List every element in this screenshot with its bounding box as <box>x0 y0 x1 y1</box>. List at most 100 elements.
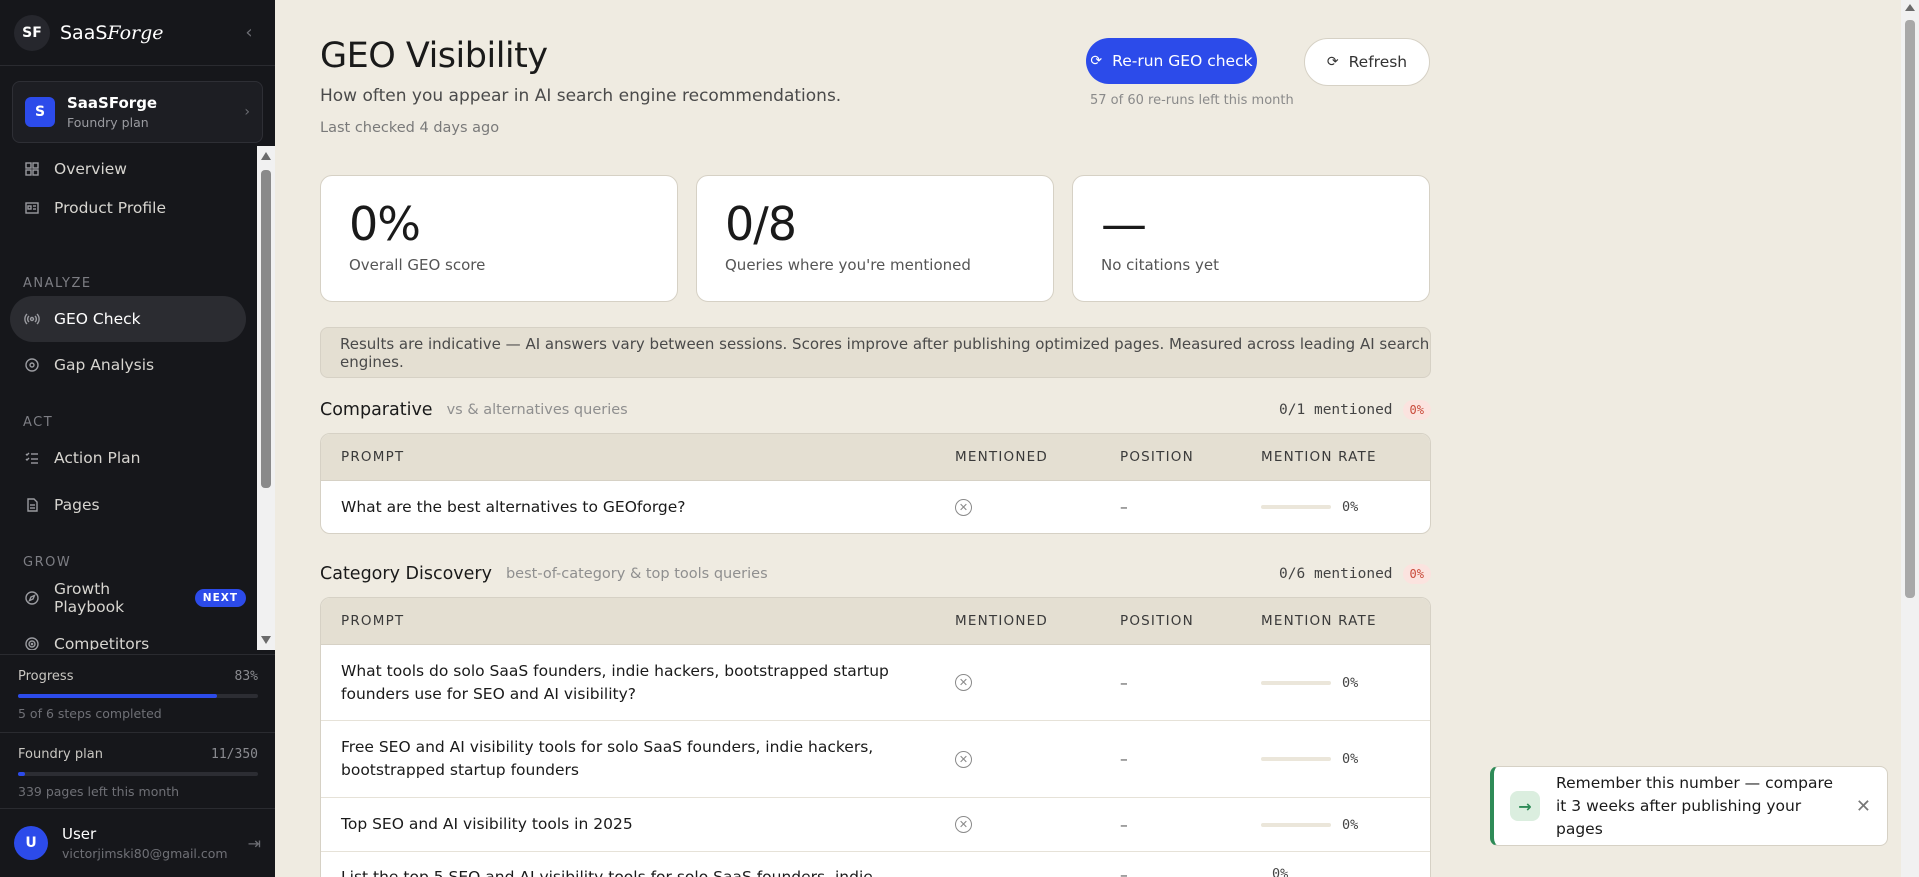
brand-name-part1: SaaS <box>60 21 108 44</box>
page-subtitle: How often you appear in AI search engine… <box>320 86 842 106</box>
collapse-sidebar-chevron-left-icon[interactable]: ‹ <box>237 22 261 43</box>
section-header-comparative: Comparative vs & alternatives queries 0/… <box>320 398 1431 422</box>
sidebar-item-competitors[interactable]: Competitors <box>10 621 246 650</box>
sidebar-item-product-profile[interactable]: Product Profile <box>10 185 246 231</box>
sidebar-item-growth-playbook[interactable]: Growth Playbook NEXT <box>10 575 246 621</box>
plan-pages-left: 339 pages left this month <box>18 784 180 799</box>
rerun-label: Re-run GEO check <box>1112 52 1253 70</box>
col-position: POSITION <box>1120 449 1194 465</box>
plan-usage-value: 11/350 <box>211 747 258 762</box>
brand-header: SF SaaSForge ‹ <box>0 0 275 66</box>
geo-score-card: 0% Overall GEO score <box>320 175 678 302</box>
sidebar-scroll-thumb[interactable] <box>261 170 271 488</box>
position-cell: – <box>1120 815 1128 834</box>
rate-bar <box>1261 757 1331 761</box>
sidebar-item-pages[interactable]: Pages <box>10 482 246 528</box>
table-row[interactable]: Top SEO and AI visibility tools in 2025 … <box>321 798 1430 852</box>
card-value: 0/8 <box>725 197 797 251</box>
user-email: victorjimski80@gmail.com <box>62 846 228 861</box>
refresh-icon: ⟳ <box>1090 53 1103 69</box>
card-label: No citations yet <box>1101 256 1219 274</box>
sidebar-item-gap-analysis[interactable]: Gap Analysis <box>10 342 246 388</box>
grid-icon <box>24 161 40 177</box>
sidebar-item-geo-check[interactable]: GEO Check <box>10 296 246 342</box>
progress-label: Progress <box>18 669 74 684</box>
sidebar-item-label: Product Profile <box>54 199 166 217</box>
scroll-up-arrow-icon[interactable] <box>1905 4 1915 11</box>
avatar[interactable]: U <box>14 826 48 860</box>
refresh-button[interactable]: ⟳ Refresh <box>1304 38 1430 86</box>
sidebar-scrollbar[interactable] <box>257 146 275 650</box>
card-label: Overall GEO score <box>349 256 486 274</box>
sidebar-item-label: Gap Analysis <box>54 356 155 374</box>
user-profile: U User victorjimski80@gmail.com ⇥ <box>0 808 275 877</box>
progress-steps: 5 of 6 steps completed <box>18 706 162 721</box>
card-label: Queries where you're mentioned <box>725 256 971 274</box>
toast-text: Remember this number — compare it 3 week… <box>1556 773 1834 838</box>
col-mentioned: MENTIONED <box>955 449 1048 465</box>
workspace-switcher[interactable]: S SaaSForge Foundry plan › <box>12 81 263 143</box>
progress-bar <box>18 694 258 698</box>
prompt-cell: What tools do solo SaaS founders, indie … <box>341 661 889 703</box>
rate-cell: 0% <box>1261 675 1430 691</box>
mentioned-cell: ✕ <box>955 750 1120 768</box>
broadcast-icon <box>24 311 40 327</box>
sidebar-item-action-plan[interactable]: Action Plan <box>10 435 246 481</box>
sidebar-item-label: Pages <box>54 496 100 514</box>
rerun-geo-check-button[interactable]: ⟳ Re-run GEO check <box>1086 38 1257 84</box>
rate-cell: 0% <box>1261 751 1430 767</box>
col-mentioned: MENTIONED <box>955 613 1048 629</box>
list-check-icon <box>24 450 40 466</box>
x-circle-icon: ✕ <box>955 674 972 691</box>
table-header: PROMPT MENTIONED POSITION MENTION RATE <box>321 598 1430 645</box>
document-icon <box>24 497 40 513</box>
col-mention-rate: MENTION RATE <box>1261 449 1377 465</box>
plan-label: Foundry plan <box>18 747 103 762</box>
rate-value: 0% <box>1342 674 1359 691</box>
section-title: Category Discovery <box>320 564 492 584</box>
brand-logo[interactable]: SF <box>14 14 50 51</box>
prompt-cell: Top SEO and AI visibility tools in 2025 <box>341 815 633 833</box>
rate-bar <box>1261 822 1331 827</box>
section-count: 0/6 mentioned <box>1279 566 1393 582</box>
brand-name[interactable]: SaaSForge <box>60 22 164 44</box>
rate-value: 0% <box>1342 499 1359 515</box>
col-mention-rate: MENTION RATE <box>1261 613 1377 629</box>
x-circle-icon: ✕ <box>955 816 972 833</box>
prompt-cell: What are the best alternatives to GEOfor… <box>341 497 686 516</box>
progress-header: Progress 83% <box>18 669 258 684</box>
rate-value: 0% <box>1342 816 1359 833</box>
next-badge: NEXT <box>194 589 246 607</box>
card-value: — <box>1101 197 1147 251</box>
sidebar-item-label: Overview <box>54 160 127 178</box>
table-row[interactable]: List the top 5 SEO and AI visibility too… <box>321 852 1430 877</box>
id-card-icon <box>24 200 40 216</box>
arrow-right-icon: → <box>1510 791 1540 821</box>
close-icon[interactable]: ✕ <box>1856 796 1871 817</box>
user-text: User victorjimski80@gmail.com <box>62 825 228 861</box>
rate-cell: 0% <box>1261 866 1430 877</box>
nav-section-analyze: ANALYZE <box>23 276 92 291</box>
position-cell: – <box>1120 498 1128 516</box>
nav-section-grow: GROW <box>23 555 72 570</box>
table-row[interactable]: Free SEO and AI visibility tools for sol… <box>321 721 1430 798</box>
scroll-down-arrow-icon[interactable] <box>261 636 271 644</box>
info-banner: Results are indicative — AI answers vary… <box>320 327 1431 378</box>
x-circle-icon: ✕ <box>955 498 972 516</box>
refresh-label: Refresh <box>1348 53 1408 71</box>
page-scroll-thumb[interactable] <box>1905 20 1915 598</box>
logout-icon[interactable]: ⇥ <box>248 834 261 853</box>
section-title: Comparative <box>320 400 433 420</box>
page-scrollbar[interactable] <box>1901 0 1919 877</box>
toast-notification: → Remember this number — compare it 3 we… <box>1490 766 1888 846</box>
table-row[interactable]: What are the best alternatives to GEOfor… <box>321 481 1430 533</box>
scroll-up-arrow-icon[interactable] <box>261 152 271 160</box>
progress-panel: Progress 83% 5 of 6 steps completed <box>0 654 275 732</box>
x-circle-icon: ✕ <box>955 750 972 768</box>
chevron-right-icon: › <box>244 104 250 120</box>
rate-cell: 0% <box>1261 817 1430 833</box>
table-row[interactable]: What tools do solo SaaS founders, indie … <box>321 645 1430 721</box>
sidebar-item-label: Growth Playbook <box>54 580 125 616</box>
nav-section-act: ACT <box>23 415 54 430</box>
card-value: 0% <box>349 197 421 251</box>
